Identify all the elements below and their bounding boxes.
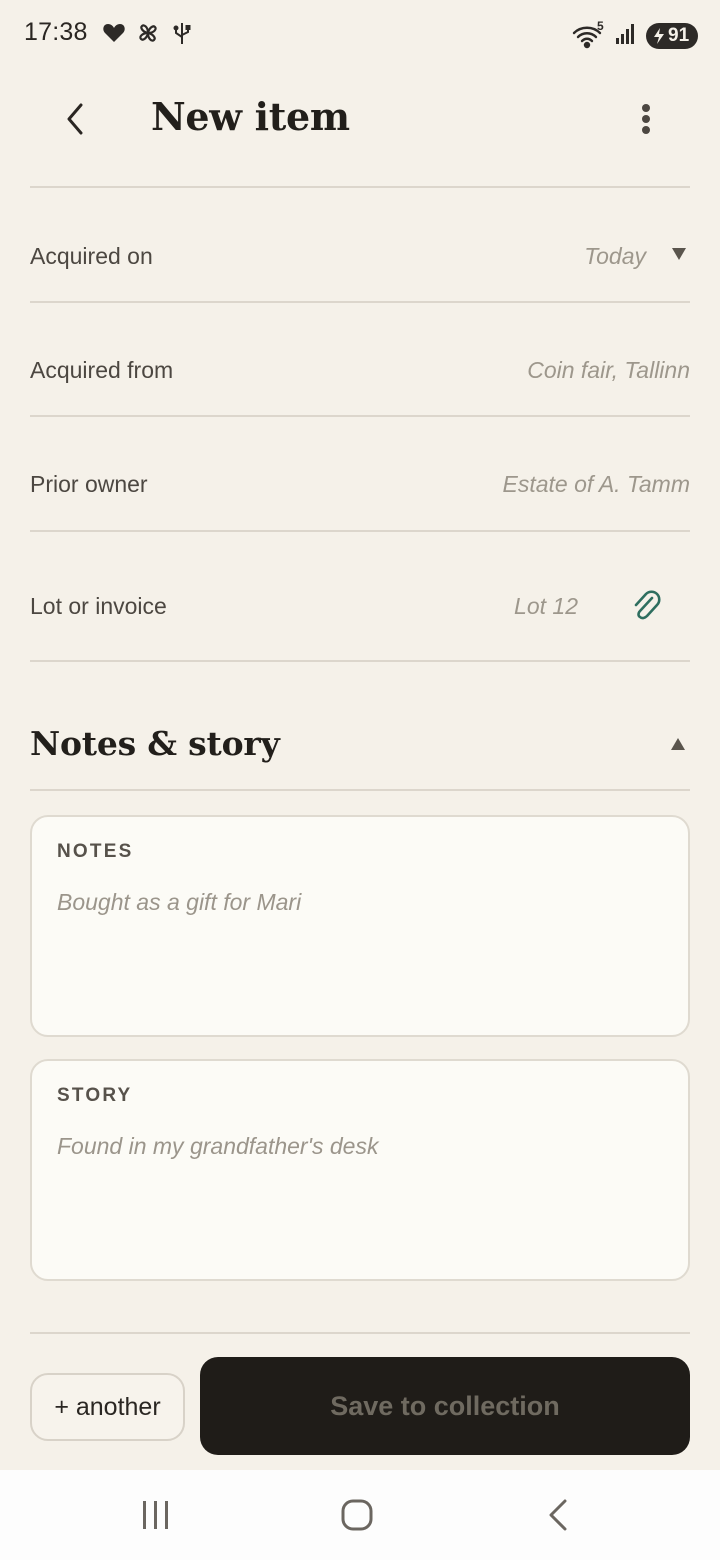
status-left-icons <box>102 20 194 46</box>
recents-icon <box>143 1501 168 1529</box>
caret-up-icon[interactable] <box>671 738 685 750</box>
add-another-button[interactable]: + another <box>30 1373 185 1441</box>
chevron-left-icon <box>67 103 83 135</box>
notes-field[interactable]: NOTES Bought as a gift for Mari <box>30 815 690 1037</box>
prior-owner-field[interactable]: Prior owner Estate of A. Tamm <box>30 444 690 524</box>
pinwheel-icon <box>136 20 160 46</box>
battery-level: 91 <box>668 24 690 46</box>
more-vertical-icon <box>642 104 650 134</box>
story-text: Found in my grandfather's desk <box>57 1133 379 1159</box>
notes-section-title: Notes & story <box>30 724 280 763</box>
paperclip-icon <box>634 590 661 620</box>
usb-icon <box>170 20 194 46</box>
wifi-icon: 5 <box>572 19 606 49</box>
divider <box>30 530 690 532</box>
field-label: Acquired on <box>30 242 153 269</box>
divider <box>30 1332 690 1334</box>
caret-down-icon <box>672 248 686 260</box>
save-to-collection-button[interactable]: Save to collection <box>200 1357 690 1455</box>
acquired-on-value: Today <box>584 242 646 269</box>
status-right-icons: 5 91 <box>572 19 698 51</box>
acquired-from-field[interactable]: Acquired from Coin fair, Tallinn <box>30 330 690 410</box>
field-label: Lot or invoice <box>30 592 167 619</box>
charging-bolt-icon <box>654 27 664 44</box>
divider <box>30 301 690 303</box>
acquired-from-value: Coin fair, Tallinn <box>527 356 690 383</box>
divider <box>30 186 690 188</box>
lot-or-invoice-value: Lot 12 <box>514 592 578 619</box>
field-label: Acquired from <box>30 356 174 383</box>
system-nav-bar <box>0 1470 720 1560</box>
status-bar: 17:38 5 91 <box>0 0 720 70</box>
prior-owner-value: Estate of A. Tamm <box>502 470 690 497</box>
network-badge: 5 <box>597 18 604 33</box>
signal-icon <box>614 20 638 51</box>
new-item-screen: 17:38 5 91 New item Acquired on Today Ac… <box>0 0 720 1560</box>
field-label: Prior owner <box>30 470 148 497</box>
home-icon <box>341 1499 373 1531</box>
home-button[interactable] <box>327 1492 387 1538</box>
notes-label: NOTES <box>57 841 134 862</box>
recents-button[interactable] <box>126 1492 186 1538</box>
lot-or-invoice-field[interactable]: Lot or invoice Lot 12 <box>30 566 690 646</box>
back-icon <box>549 1499 567 1531</box>
story-field[interactable]: STORY Found in my grandfather's desk <box>30 1059 690 1281</box>
story-label: STORY <box>57 1085 133 1106</box>
more-options-button[interactable] <box>622 94 670 144</box>
divider <box>30 660 690 662</box>
divider <box>30 415 690 417</box>
nav-back-button[interactable] <box>528 1492 588 1538</box>
notes-text: Bought as a gift for Mari <box>57 889 302 915</box>
back-button[interactable] <box>50 94 100 144</box>
status-time: 17:38 <box>24 18 88 46</box>
heart-icon <box>102 20 126 46</box>
app-header: New item <box>0 70 720 180</box>
divider <box>30 789 690 791</box>
attach-button[interactable] <box>626 586 666 626</box>
acquired-on-field[interactable]: Acquired on Today <box>30 216 690 296</box>
page-title: New item <box>151 94 350 139</box>
battery-icon: 91 <box>646 22 698 49</box>
